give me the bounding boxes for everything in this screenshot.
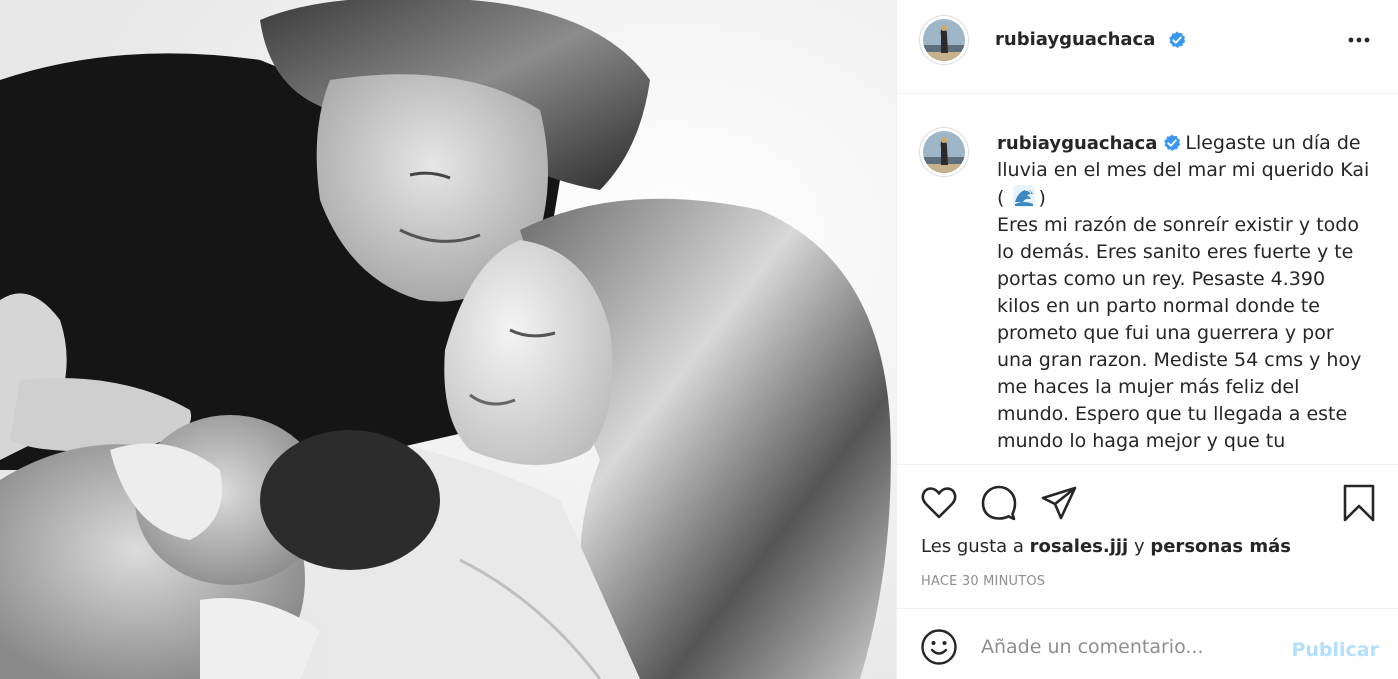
caption-line: me haces la mujer más feliz del (997, 376, 1300, 398)
comment-icon (981, 485, 1017, 521)
more-options-button[interactable] (1339, 26, 1379, 54)
post-actions: Les gusta a rosales.jjj y personas más H… (897, 464, 1398, 608)
caption-username[interactable]: rubiayguachaca (997, 133, 1157, 154)
like-button[interactable] (919, 483, 959, 523)
post-caption-area: rubiayguachaca Llegaste un día de lluvia … (897, 94, 1398, 464)
avatar-image (923, 19, 965, 61)
smiley-icon (921, 629, 957, 665)
post-photo-image (0, 0, 896, 679)
post-timestamp[interactable]: HACE 30 MINUTOS (921, 574, 1045, 589)
likes-prefix: Les gusta a (921, 536, 1024, 557)
likes-conjunction: y (1133, 536, 1145, 557)
caption-line: mundo. Espero que tu llegada a este (997, 403, 1348, 425)
caption-line: portas como un rey. Pesaste 4.390 (997, 268, 1326, 290)
caption-line: ( ) (997, 184, 1382, 212)
username-text[interactable]: rubiayguachaca (995, 29, 1155, 50)
caption-line: Eres mi razón de sonreír existir y todo (997, 214, 1359, 236)
caption-line: rubiayguachaca Llegaste un día de (997, 130, 1382, 157)
share-button[interactable] (1039, 483, 1079, 523)
caption-line: lo demás. Eres sanito eres fuerte y te (997, 241, 1354, 263)
wave-emoji-icon (1012, 184, 1036, 208)
likes-summary[interactable]: Les gusta a rosales.jjj y personas más (921, 536, 1291, 557)
caption-avatar-image (923, 131, 965, 173)
post-side-panel: rubiayguachaca rubiayguachaca Llegaste u… (896, 0, 1398, 679)
caption-paren-open: ( (997, 187, 1005, 209)
share-icon (1041, 486, 1077, 520)
avatar[interactable] (919, 15, 969, 65)
caption-avatar[interactable] (919, 127, 969, 177)
comment-button[interactable] (979, 483, 1019, 523)
emoji-button[interactable] (919, 627, 959, 667)
likes-others[interactable]: personas más (1150, 536, 1291, 557)
caption-line: kilos en un parto normal donde te (997, 295, 1320, 317)
caption-paren-close: ) (1038, 187, 1046, 209)
publish-button[interactable]: Publicar (1291, 639, 1379, 661)
comment-form: Publicar (897, 608, 1398, 679)
post-photo[interactable] (0, 0, 896, 679)
caption-line: una gran razon. Mediste 54 cms y hoy (997, 349, 1362, 371)
caption-line: lluvia en el mes del mar mi querido Kai (997, 159, 1370, 181)
verified-badge-icon (1168, 31, 1186, 49)
post-username[interactable]: rubiayguachaca (995, 29, 1186, 50)
caption-text: Llegaste un día de (1185, 132, 1361, 154)
save-button[interactable] (1339, 483, 1379, 523)
post-header: rubiayguachaca (897, 0, 1398, 94)
likes-user[interactable]: rosales.jjj (1030, 536, 1129, 557)
caption-line: prometo que fui una guerrera y por (997, 322, 1334, 344)
verified-badge-icon (1163, 133, 1181, 151)
more-options-icon (1348, 37, 1370, 43)
comment-input[interactable] (981, 632, 1281, 662)
heart-icon (921, 487, 957, 519)
caption-line: mundo lo haga mejor y que tu (997, 430, 1286, 452)
post-caption: rubiayguachaca Llegaste un día de lluvia … (997, 130, 1382, 455)
bookmark-icon (1343, 484, 1375, 522)
